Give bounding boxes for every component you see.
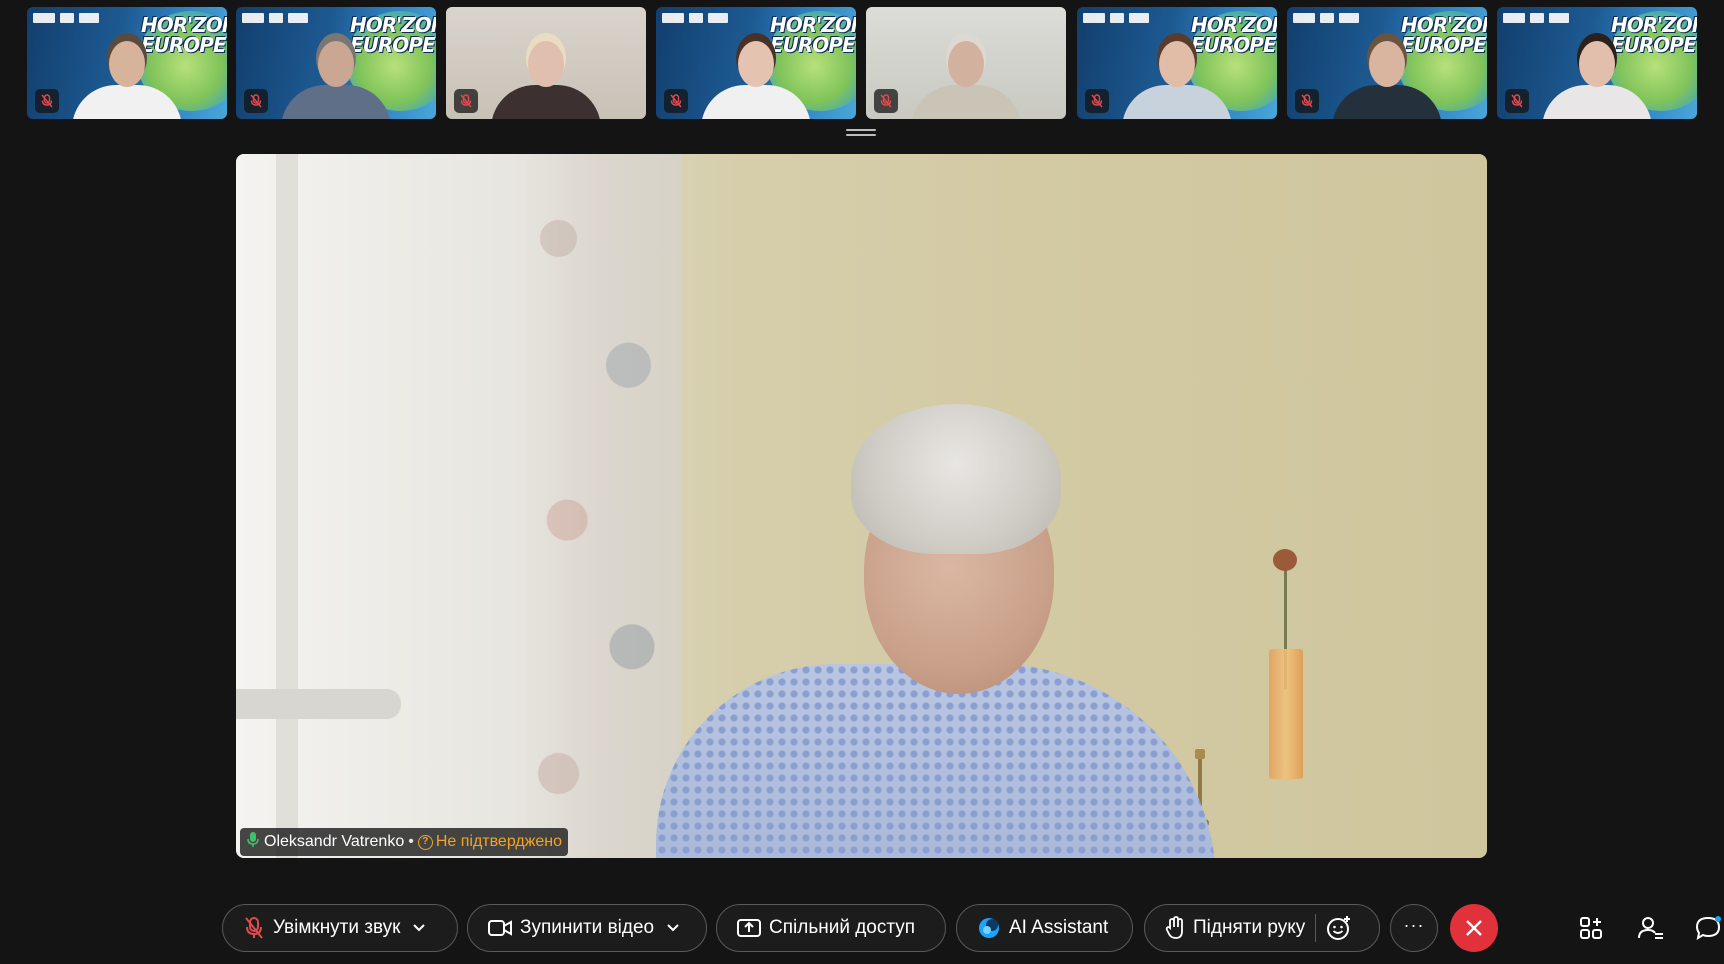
microphone-muted-icon (1085, 89, 1109, 113)
name-separator: • (408, 833, 414, 850)
unmute-button[interactable]: Увімкнути звук (222, 904, 458, 952)
participant-thumbnail[interactable]: HOR'ZON EUROPE (27, 7, 227, 119)
participant-avatar-video (1537, 19, 1657, 119)
apps-icon[interactable] (1577, 914, 1605, 942)
participant-thumbnail[interactable] (866, 7, 1066, 119)
participant-name: Oleksandr Vatrenko (264, 833, 405, 850)
emoji-plus-icon[interactable] (1326, 915, 1352, 941)
unverified-status: ? Не підтверджено (417, 833, 563, 851)
participant-name-tag: Oleksandr Vatrenko • ? Не підтверджено (240, 828, 569, 856)
microphone-muted-icon (1295, 89, 1319, 113)
microphone-muted-icon (35, 89, 59, 113)
share-screen-icon (737, 918, 761, 938)
participants-icon[interactable] (1637, 914, 1665, 942)
video-background-rose-vase (1261, 549, 1311, 779)
microphone-muted-icon (664, 89, 688, 113)
participant-thumbnail[interactable] (446, 7, 646, 119)
participant-thumbnail-strip: HOR'ZON EUROPEHOR'ZON EUROPEHOR'ZON EURO… (0, 0, 1724, 125)
strip-resize-handle[interactable] (846, 129, 876, 137)
ai-assistant-button[interactable]: AI Assistant (956, 904, 1133, 952)
meeting-control-bar: Увімкнути звук Зупинити відео Спільний д… (0, 902, 1724, 954)
unmute-button-label: Увімкнути звук (273, 917, 401, 938)
more-options-button[interactable]: ··· (1390, 904, 1438, 952)
participant-avatar-video (1327, 19, 1447, 119)
stop-video-button[interactable]: Зупинити відео (467, 904, 707, 952)
raise-hand-button-label: Підняти руку (1193, 917, 1306, 938)
video-camera-icon (488, 919, 512, 937)
chat-icon[interactable] (1694, 914, 1722, 942)
hand-icon (1165, 916, 1185, 940)
participant-thumbnail[interactable]: HOR'ZON EUROPE (656, 7, 856, 119)
video-background-window-frame (276, 154, 298, 858)
microphone-muted-icon (244, 89, 268, 113)
participant-avatar-video (67, 19, 187, 119)
raise-hand-button[interactable]: Підняти руку (1144, 904, 1380, 952)
participant-thumbnail[interactable]: HOR'ZON EUROPE (1077, 7, 1277, 119)
microphone-muted-icon (874, 89, 898, 113)
ai-assistant-icon (977, 916, 1001, 940)
leave-meeting-button[interactable] (1450, 904, 1498, 952)
question-icon: ? (417, 834, 433, 850)
active-speaker-video[interactable]: Oleksandr Vatrenko • ? Не підтверджено (236, 154, 1487, 858)
participant-avatar-video (906, 19, 1026, 119)
participant-avatar-video (696, 19, 816, 119)
video-background-radiator (236, 689, 401, 719)
active-speaker-person (656, 404, 1216, 858)
more-icon: ··· (1403, 915, 1425, 935)
participant-thumbnail[interactable]: HOR'ZON EUROPE (236, 7, 436, 119)
video-background-curtain (506, 154, 681, 858)
chevron-down-icon[interactable] (666, 923, 680, 933)
button-divider (1315, 914, 1317, 942)
participant-thumbnail[interactable]: HOR'ZON EUROPE (1287, 7, 1487, 119)
share-screen-button-label: Спільний доступ (769, 917, 916, 938)
participant-avatar-video (276, 19, 396, 119)
microphone-slash-icon (243, 916, 265, 940)
microphone-muted-icon (1505, 89, 1529, 113)
unverified-status-label: Не підтверджено (435, 833, 563, 850)
chevron-down-icon[interactable] (412, 923, 426, 933)
participant-thumbnail[interactable]: HOR'ZON EUROPE (1497, 7, 1697, 119)
participant-avatar-video (1117, 19, 1237, 119)
microphone-muted-icon (454, 89, 478, 113)
participant-avatar-video (486, 19, 606, 119)
close-icon (1464, 918, 1484, 938)
share-screen-button[interactable]: Спільний доступ (716, 904, 946, 952)
stop-video-button-label: Зупинити відео (520, 917, 655, 938)
microphone-active-icon (246, 831, 260, 853)
ai-assistant-button-label: AI Assistant (1009, 917, 1109, 938)
